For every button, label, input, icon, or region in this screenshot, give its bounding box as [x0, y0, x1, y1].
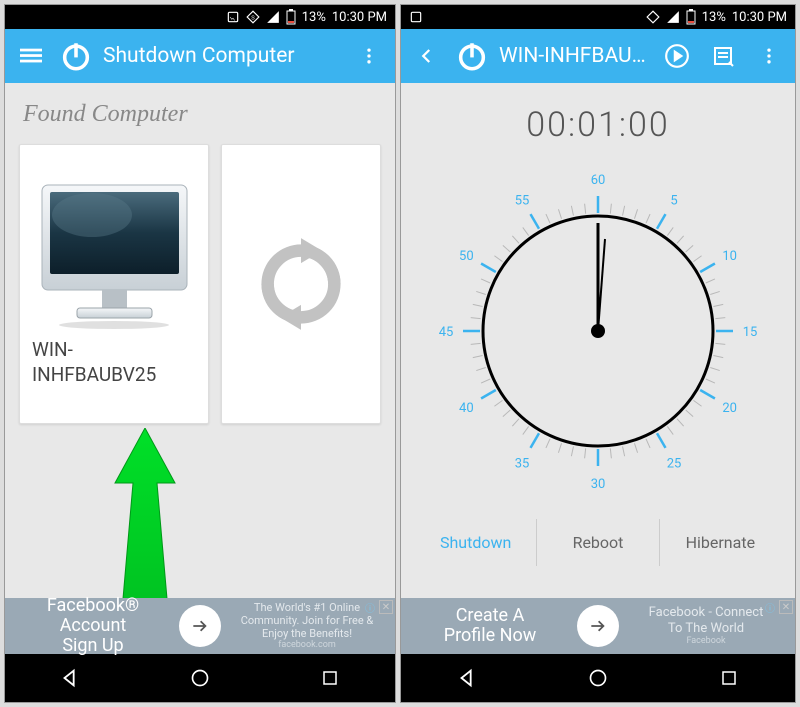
svg-text:55: 55: [515, 193, 530, 208]
svg-text:S: S: [251, 15, 255, 21]
ad-headline: Create A Profile Now: [411, 606, 569, 646]
nav-bar: [401, 654, 795, 702]
svg-text:50: 50: [459, 249, 474, 264]
svg-text:25: 25: [667, 457, 682, 472]
svg-text:35: 35: [515, 457, 530, 472]
content-area: Found Computer: [5, 83, 395, 598]
ad-arrow-button[interactable]: [577, 605, 619, 647]
timer-dial[interactable]: 60 5 10 15 20 25 30 35 40 45 50 55: [428, 161, 768, 501]
screenshot-icon: [409, 10, 423, 24]
svg-text:20: 20: [722, 401, 737, 416]
status-bar: 13% 10:30 PM: [401, 5, 795, 29]
screenshot-icon: [226, 10, 240, 24]
ad-banner[interactable]: Create A Profile Now Facebook - Connect …: [401, 598, 795, 654]
power-icon: [455, 39, 489, 73]
diamond-icon: S: [246, 10, 260, 24]
nav-home[interactable]: [170, 658, 230, 698]
app-title: WIN-INHFBAUB..: [499, 44, 649, 68]
action-tabs: Shutdown Reboot Hibernate: [415, 519, 781, 566]
nav-home[interactable]: [568, 658, 628, 698]
tab-hibernate[interactable]: Hibernate: [659, 519, 781, 566]
refresh-icon: [251, 234, 351, 334]
app-bar: Shutdown Computer: [5, 29, 395, 83]
content-area: 00:01:00 60 5 10 15 20 25 30 35 40 45 50 55 Shutdow…: [401, 83, 795, 598]
signal-icon: [266, 10, 280, 24]
svg-text:45: 45: [439, 325, 454, 340]
nav-recent[interactable]: [699, 658, 759, 698]
power-icon: [59, 39, 93, 73]
overflow-menu[interactable]: [351, 38, 387, 74]
battery-icon: [686, 9, 696, 25]
ad-info-icon[interactable]: ⓘ: [363, 600, 377, 614]
computer-card[interactable]: WIN-INHFBAUBV25: [19, 144, 209, 424]
menu-button[interactable]: [13, 38, 49, 74]
battery-percent: 13%: [302, 10, 326, 25]
app-bar: WIN-INHFBAUB..: [401, 29, 795, 83]
overflow-menu[interactable]: [751, 38, 787, 74]
nav-recent[interactable]: [300, 658, 360, 698]
ad-description: The World's #1 Online Community. Join fo…: [229, 601, 385, 651]
svg-text:40: 40: [459, 401, 474, 416]
svg-text:10: 10: [722, 249, 737, 264]
ad-banner[interactable]: Facebook® Account Sign Up The World's #1…: [5, 598, 395, 654]
back-button[interactable]: [409, 38, 445, 74]
svg-text:60: 60: [591, 173, 606, 188]
app-title: Shutdown Computer: [103, 44, 341, 68]
nav-bar: [5, 654, 395, 702]
status-time: 10:30 PM: [732, 10, 787, 25]
ad-description: Facebook - Connect To The World Facebook: [627, 605, 785, 647]
list-button[interactable]: [705, 38, 741, 74]
tab-reboot[interactable]: Reboot: [536, 519, 658, 566]
annotation-arrow: [95, 428, 195, 598]
battery-percent: 13%: [702, 10, 726, 25]
ad-headline: Facebook® Account Sign Up: [15, 596, 171, 655]
nav-back[interactable]: [437, 658, 497, 698]
refresh-card[interactable]: [221, 144, 381, 424]
battery-icon: [286, 9, 296, 25]
ad-info-icon[interactable]: ⓘ: [763, 600, 777, 614]
tab-shutdown[interactable]: Shutdown: [415, 519, 536, 566]
phone-left: S 13% 10:30 PM Shutdown Computer Found C…: [4, 4, 396, 703]
status-bar: S 13% 10:30 PM: [5, 5, 395, 29]
timer-display: 00:01:00: [415, 105, 781, 145]
phone-right: 13% 10:30 PM WIN-INHFBAUB.. 00:01:00 60 5…: [400, 4, 796, 703]
computer-name: WIN-INHFBAUBV25: [32, 338, 196, 387]
computer-monitor-icon: [32, 180, 197, 330]
status-time: 10:30 PM: [332, 10, 387, 25]
svg-text:15: 15: [743, 325, 758, 340]
section-title: Found Computer: [23, 101, 381, 128]
ad-close-icon[interactable]: ✕: [779, 600, 793, 614]
signal-icon: [666, 10, 680, 24]
diamond-icon: [646, 10, 660, 24]
nav-back[interactable]: [40, 658, 100, 698]
svg-text:5: 5: [670, 193, 677, 208]
ad-close-icon[interactable]: ✕: [379, 600, 393, 614]
ad-arrow-button[interactable]: [179, 605, 221, 647]
play-button[interactable]: [659, 38, 695, 74]
svg-text:30: 30: [591, 477, 606, 492]
